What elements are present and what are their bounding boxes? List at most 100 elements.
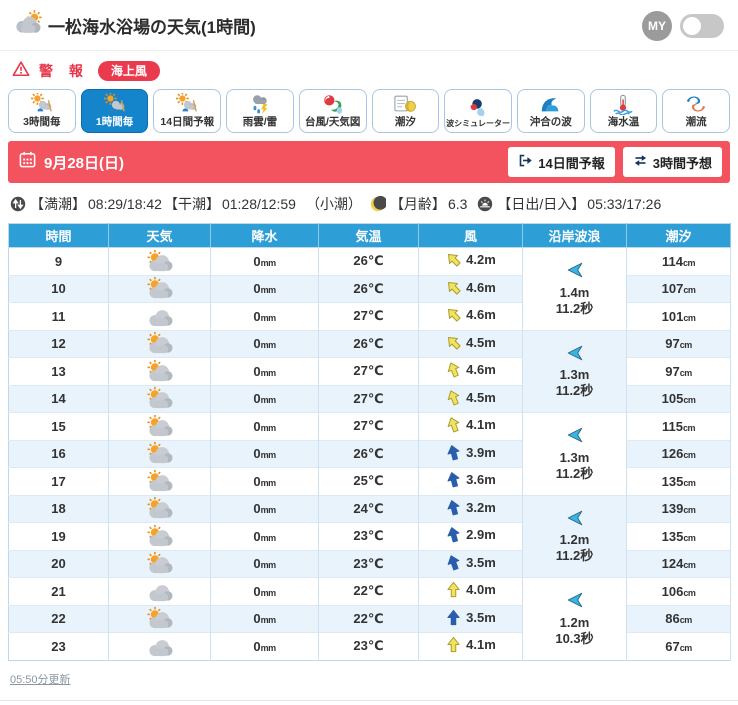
wind-direction-arrow xyxy=(447,637,460,653)
wind-direction-arrow xyxy=(447,472,460,488)
temp-cell: 26℃ xyxy=(318,329,419,358)
weather-page: 一松海水浴場の天気(1時間) MY 警 報 海上風 3時間毎 1時間毎 14日間… xyxy=(0,0,738,701)
tab-label: 14日間予報 xyxy=(160,116,215,128)
wind-direction-arrow xyxy=(448,281,461,295)
tide-cell: 67cm xyxy=(626,632,731,660)
page-footer: 05:50分更新 xyxy=(10,670,728,688)
warning-row: 警 報 海上風 xyxy=(12,59,726,83)
tab-14day[interactable]: 14日間予報 xyxy=(153,89,222,133)
moon-age-value: 6.3 xyxy=(447,196,468,212)
tab-rain-radar[interactable]: 雨雲/雷 xyxy=(226,89,294,133)
wind-direction-arrow xyxy=(448,336,461,350)
tide-cell: 139cm xyxy=(626,494,731,523)
bottom-divider xyxy=(0,699,738,701)
wave-period: 10.3秒 xyxy=(555,630,594,646)
sun-behind-cloud-icon xyxy=(147,524,173,546)
hour-cell: 20 xyxy=(8,549,109,578)
wind-cell: 4.5m xyxy=(418,384,523,413)
wave-simulator-icon xyxy=(470,99,485,117)
temp-cell: 26℃ xyxy=(318,274,419,303)
hour-cell: 17 xyxy=(8,467,109,495)
tab-3hourly[interactable]: 3時間毎 xyxy=(8,89,76,133)
wind-direction-arrow xyxy=(448,309,461,322)
temp-cell: 24℃ xyxy=(318,494,419,523)
wave-height: 1.2m xyxy=(559,614,590,630)
rain-cell: 0mm xyxy=(210,494,319,523)
tab-sea-temp[interactable]: 海水温 xyxy=(589,89,658,133)
tab-1hourly[interactable]: 1時間毎 xyxy=(80,89,149,133)
offshore-wave-icon xyxy=(541,98,559,112)
wind-direction-arrow xyxy=(447,582,460,598)
tab-current[interactable]: 潮流 xyxy=(662,89,731,133)
weather-cell xyxy=(108,412,211,440)
my-toggle[interactable] xyxy=(680,13,724,38)
fourteen-day-forecast-button[interactable]: 14日間予報 xyxy=(508,147,615,177)
cloudy-icon xyxy=(149,584,173,601)
sea-wind-warning-badge[interactable]: 海上風 xyxy=(97,61,160,81)
weather-cell xyxy=(108,384,211,413)
wave-group-cell: 1.3m 11.2秒 xyxy=(522,412,627,495)
sun-behind-cloud-icon xyxy=(147,277,173,299)
cloudy-icon xyxy=(149,639,173,656)
weather-cell xyxy=(108,357,211,385)
wind-direction-arrow xyxy=(447,609,460,625)
weather-cell xyxy=(108,274,211,303)
hour-cell: 19 xyxy=(8,522,109,550)
wind-cell: 4.5m xyxy=(418,329,523,358)
page-header: 一松海水浴場の天気(1時間) MY xyxy=(0,0,738,51)
wind-direction-arrow xyxy=(448,254,461,267)
wind-cell: 4.6m xyxy=(418,302,523,330)
wave-direction-arrow xyxy=(567,593,582,608)
tab-tide[interactable]: 潮汐 xyxy=(371,89,440,133)
tide-cell: 124cm xyxy=(626,549,731,578)
tab-label: 雨雲/雷 xyxy=(242,116,278,128)
wave-period: 11.2秒 xyxy=(555,300,594,316)
sun-behind-cloud-icon xyxy=(147,387,173,409)
wave-period: 11.2秒 xyxy=(555,383,594,399)
tide-cell: 135cm xyxy=(626,467,731,495)
temp-cell: 26℃ xyxy=(318,439,419,468)
date-label: 9月28日(日) xyxy=(44,154,125,172)
weather-cell xyxy=(108,577,211,605)
temp-cell: 23℃ xyxy=(318,522,419,550)
wave-direction-arrow xyxy=(567,345,582,361)
tab-wave-simulator[interactable]: 波シミュレーター xyxy=(444,89,512,133)
sun-behind-cloud-icon xyxy=(147,469,173,491)
current-icon xyxy=(687,96,706,112)
tab-offshore-waves[interactable]: 沖合の波 xyxy=(516,89,585,133)
tab-label: 海水温 xyxy=(607,116,640,128)
hour-row: 12 0mm 26℃ 4.5m 1.3m 11.2秒 97cm xyxy=(8,329,731,413)
tab-typhoon[interactable]: 台風/天気図 xyxy=(298,89,367,133)
wind-cell: 3.6m xyxy=(418,467,523,495)
three-hour-forecast-button[interactable]: 3時間予想 xyxy=(622,147,722,177)
wind-cell: 4.1m xyxy=(418,632,523,660)
three-hour-forecast-label: 3時間予想 xyxy=(652,155,712,171)
weather-cell xyxy=(108,329,211,358)
wave-group-cell: 1.2m 11.2秒 xyxy=(522,494,627,578)
temp-cell: 27℃ xyxy=(318,357,419,385)
column-header: 潮汐 xyxy=(626,223,731,248)
moon-icon xyxy=(370,196,386,212)
tab-label: 潮流 xyxy=(685,116,707,128)
my-badge[interactable]: MY xyxy=(642,10,672,41)
sunrise-times: 05:33/17:26 xyxy=(587,196,662,212)
sun-behind-cloud-icon xyxy=(147,442,173,464)
rain-cell: 0mm xyxy=(210,384,319,413)
rain-cell: 0mm xyxy=(210,577,319,605)
rain-cell: 0mm xyxy=(210,412,319,440)
switch-icon xyxy=(633,153,648,171)
rain-cell: 0mm xyxy=(210,467,319,495)
tide-cell: 106cm xyxy=(626,577,731,605)
wave-height: 1.3m xyxy=(559,367,590,383)
tide-info-bar: 【満潮】 08:29/18:42 【干潮】 01:28/12:59 （小潮） 【… xyxy=(10,194,728,214)
column-header: 時間 xyxy=(8,223,109,248)
hour-cell: 14 xyxy=(8,384,109,413)
hour-cell: 18 xyxy=(8,494,109,523)
tab-label: 潮汐 xyxy=(394,116,416,128)
column-header: 天気 xyxy=(108,223,211,248)
wave-group-cell: 1.3m 11.2秒 xyxy=(522,329,627,413)
wind-direction-arrow xyxy=(447,499,460,516)
rain-cell: 0mm xyxy=(210,247,319,275)
high-tide-times: 08:29/18:42 xyxy=(88,196,162,212)
updated-time-link[interactable]: 05:50分更新 xyxy=(10,674,71,686)
